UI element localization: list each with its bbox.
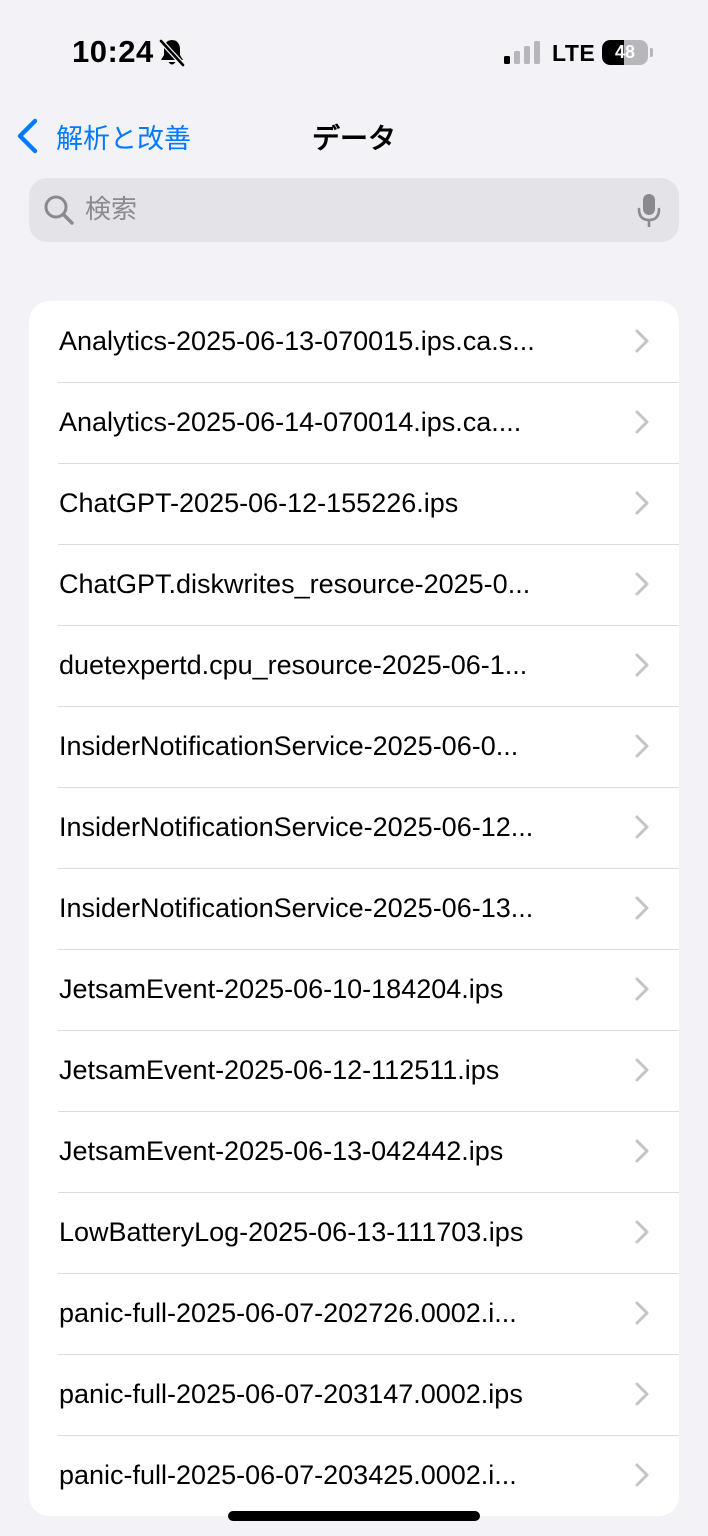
- list-item[interactable]: InsiderNotificationService-2025-06-12...: [29, 787, 679, 868]
- chevron-right-icon: [635, 977, 649, 1001]
- list-item-label: JetsamEvent-2025-06-10-184204.ips: [59, 974, 504, 1004]
- chevron-right-icon: [635, 815, 649, 839]
- list-item-label: panic-full-2025-06-07-203147.0002.ips: [59, 1379, 523, 1409]
- list-item[interactable]: ChatGPT.diskwrites_resource-2025-0...: [29, 544, 679, 625]
- list-item-label: panic-full-2025-06-07-202726.0002.i...: [59, 1298, 517, 1328]
- list-item-label: ChatGPT-2025-06-12-155226.ips: [59, 488, 459, 518]
- chevron-right-icon: [635, 410, 649, 434]
- screen: 10:24 LTE 48 解析と改善 データ 検索 Analytics-2025…: [0, 0, 708, 1536]
- list-item[interactable]: panic-full-2025-06-07-203147.0002.ips: [29, 1354, 679, 1435]
- search-icon: [44, 195, 74, 225]
- search-input[interactable]: [85, 178, 625, 242]
- list-item[interactable]: JetsamEvent-2025-06-13-042442.ips: [29, 1111, 679, 1192]
- chevron-right-icon: [635, 1220, 649, 1244]
- list-item[interactable]: LowBatteryLog-2025-06-13-111703.ips: [29, 1192, 679, 1273]
- battery-level: 48: [614, 42, 636, 62]
- chevron-right-icon: [635, 1463, 649, 1487]
- list-item-label: InsiderNotificationService-2025-06-0...: [59, 731, 519, 761]
- list-item[interactable]: ChatGPT-2025-06-12-155226.ips: [29, 463, 679, 544]
- chevron-right-icon: [635, 1382, 649, 1406]
- list-item-label: JetsamEvent-2025-06-12-112511.ips: [59, 1055, 500, 1085]
- network-type: LTE: [552, 40, 596, 66]
- navigation-bar: 解析と改善 データ: [0, 100, 708, 172]
- page-title: データ: [311, 122, 396, 155]
- list-item[interactable]: Analytics-2025-06-13-070015.ips.ca.s...: [29, 301, 679, 382]
- list-item-label: ChatGPT.diskwrites_resource-2025-0...: [59, 569, 531, 599]
- list-item-label: LowBatteryLog-2025-06-13-111703.ips: [59, 1217, 524, 1247]
- chevron-right-icon: [635, 1139, 649, 1163]
- search-field[interactable]: [29, 178, 679, 242]
- chevron-right-icon: [635, 896, 649, 920]
- cellular-signal-icon: [504, 41, 540, 64]
- status-bar: 10:24 LTE 48: [0, 0, 708, 100]
- chevron-right-icon: [635, 734, 649, 758]
- list-item[interactable]: InsiderNotificationService-2025-06-0...: [29, 706, 679, 787]
- battery-cap: [650, 48, 653, 57]
- battery-icon: 48: [602, 40, 648, 65]
- home-indicator[interactable]: [228, 1511, 480, 1521]
- list-item-label: Analytics-2025-06-13-070015.ips.ca.s...: [59, 326, 535, 356]
- microphone-icon[interactable]: [637, 193, 661, 229]
- list-item[interactable]: panic-full-2025-06-07-203425.0002.i...: [29, 1435, 679, 1516]
- file-list: Analytics-2025-06-13-070015.ips.ca.s... A…: [29, 301, 679, 1516]
- list-item[interactable]: Analytics-2025-06-14-070014.ips.ca....: [29, 382, 679, 463]
- list-item[interactable]: InsiderNotificationService-2025-06-13...: [29, 868, 679, 949]
- list-item-label: duetexpertd.cpu_resource-2025-06-1...: [59, 650, 528, 680]
- list-item-label: InsiderNotificationService-2025-06-13...: [59, 893, 534, 923]
- list-item[interactable]: JetsamEvent-2025-06-12-112511.ips: [29, 1030, 679, 1111]
- list-item-label: JetsamEvent-2025-06-13-042442.ips: [59, 1136, 504, 1166]
- chevron-right-icon: [635, 329, 649, 353]
- list-item-label: Analytics-2025-06-14-070014.ips.ca....: [59, 407, 522, 437]
- status-time: 10:24: [72, 34, 154, 69]
- chevron-right-icon: [635, 653, 649, 677]
- list-item[interactable]: JetsamEvent-2025-06-10-184204.ips: [29, 949, 679, 1030]
- list-item[interactable]: duetexpertd.cpu_resource-2025-06-1...: [29, 625, 679, 706]
- list-item-label: InsiderNotificationService-2025-06-12...: [59, 812, 534, 842]
- chevron-right-icon: [635, 572, 649, 596]
- chevron-right-icon: [635, 1301, 649, 1325]
- chevron-right-icon: [635, 491, 649, 515]
- chevron-right-icon: [635, 1058, 649, 1082]
- bell-slash-icon: [159, 39, 185, 67]
- list-item[interactable]: panic-full-2025-06-07-202726.0002.i...: [29, 1273, 679, 1354]
- list-item-label: panic-full-2025-06-07-203425.0002.i...: [59, 1460, 517, 1490]
